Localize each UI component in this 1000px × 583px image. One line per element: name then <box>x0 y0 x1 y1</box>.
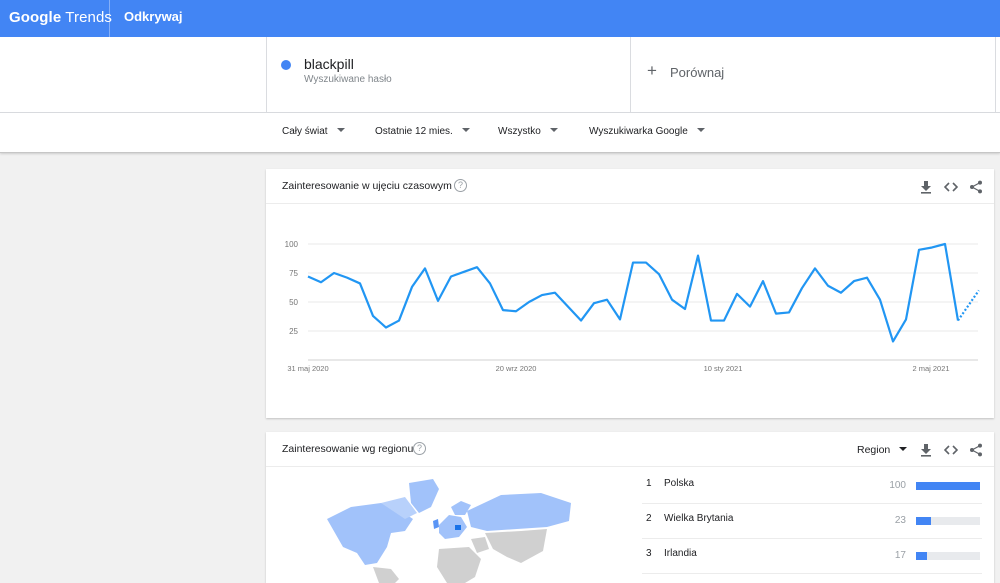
x-tick-label: 20 wrz 2020 <box>496 364 537 373</box>
interest-value: 23 <box>894 515 906 526</box>
logo-trends-text: Trends <box>65 9 112 26</box>
partial-data-line <box>957 289 980 322</box>
map-europe <box>439 515 467 539</box>
caret-down-icon <box>336 128 345 132</box>
compare-label: Porównaj <box>670 65 725 80</box>
interest-value: 17 <box>894 550 906 561</box>
search-term-card[interactable]: blackpill Wyszukiwane hasło <box>266 37 631 113</box>
interest-over-time-card: Zainteresowanie w ujęciu czasowym ? 25 50… <box>266 169 994 418</box>
country-name: Wielka Brytania <box>664 513 734 524</box>
region-ranking-row[interactable]: 1 Polska 100 <box>642 469 982 504</box>
location-dropdown-label: Cały świat <box>282 126 328 137</box>
caret-down-icon <box>549 128 558 132</box>
time-range-dropdown[interactable]: Ostatnie 12 mies. <box>375 126 470 137</box>
logo-google-text: Google <box>9 9 62 26</box>
search-term-row: blackpill Wyszukiwane hasło + Porównaj <box>0 37 1000 113</box>
y-tick-label: 100 <box>285 240 299 249</box>
interest-bar-track <box>916 552 980 560</box>
plus-icon: + <box>647 61 657 80</box>
interest-bar-track <box>916 517 980 525</box>
embed-icon[interactable] <box>944 180 958 194</box>
search-term-subtitle: Wyszukiwane hasło <box>304 74 392 85</box>
card-header: Zainteresowanie wg regionu ? Region <box>266 432 994 467</box>
interest-bar-track <box>916 482 980 490</box>
card-title: Zainteresowanie w ujęciu czasowym <box>282 180 452 192</box>
map-africa <box>437 547 481 583</box>
top-app-bar: Google Trends Odkrywaj <box>0 0 1000 37</box>
nav-explore[interactable]: Odkrywaj <box>124 9 183 24</box>
caret-down-icon <box>899 447 908 451</box>
rank-number: 2 <box>646 513 652 524</box>
country-name: Irlandia <box>664 548 697 559</box>
interest-by-region-card: Zainteresowanie wg regionu ? Region 1 Po… <box>266 432 994 583</box>
rank-number: 3 <box>646 548 652 559</box>
country-name: Polska <box>664 478 695 489</box>
map-uk <box>433 519 439 529</box>
download-icon[interactable] <box>919 443 933 457</box>
card-header: Zainteresowanie w ujęciu czasowym ? <box>266 169 994 204</box>
interest-bar-fill <box>916 517 931 525</box>
card-title: Zainteresowanie wg regionu <box>282 443 414 455</box>
y-tick-label: 75 <box>289 269 298 278</box>
interest-bar-fill <box>916 482 980 490</box>
region-resolution-label: Region <box>857 444 891 456</box>
term-color-dot <box>281 60 291 70</box>
map-poland <box>455 525 461 530</box>
x-tick-label: 10 sty 2021 <box>704 364 743 373</box>
map-middle-east <box>471 537 489 553</box>
map-russia <box>467 493 571 531</box>
y-tick-label: 25 <box>289 327 298 336</box>
rank-number: 1 <box>646 478 652 489</box>
category-dropdown-label: Wszystko <box>498 126 541 137</box>
search-source-dropdown[interactable]: Wyszukiwarka Google <box>589 126 705 137</box>
header-divider <box>109 0 110 37</box>
x-tick-label: 2 maj 2021 <box>912 364 949 373</box>
share-icon[interactable] <box>969 180 983 194</box>
caret-down-icon <box>696 128 705 132</box>
download-icon[interactable] <box>919 180 933 194</box>
map-south-america <box>373 567 399 583</box>
filter-bar: Cały świat Ostatnie 12 mies. Wszystko Wy… <box>0 113 1000 153</box>
location-dropdown[interactable]: Cały świat <box>282 126 345 137</box>
y-tick-label: 50 <box>289 298 298 307</box>
google-trends-logo[interactable]: Google Trends <box>9 9 112 26</box>
region-ranking-row[interactable]: 3 Irlandia 17 <box>642 539 982 574</box>
interest-bar-fill <box>916 552 927 560</box>
compare-button[interactable]: + Porównaj <box>631 37 996 113</box>
search-term-name: blackpill <box>304 56 354 72</box>
help-icon[interactable]: ? <box>454 179 467 192</box>
help-icon[interactable]: ? <box>413 442 426 455</box>
series-line <box>307 242 960 343</box>
embed-icon[interactable] <box>944 443 958 457</box>
interest-line-chart: 25 50 75 100 31 maj 2020 20 wrz 2020 10 sty 20… <box>285 240 980 373</box>
x-tick-label: 31 maj 2020 <box>287 364 328 373</box>
search-source-dropdown-label: Wyszukiwarka Google <box>589 126 688 137</box>
world-map[interactable] <box>321 467 581 583</box>
region-ranking-row[interactable]: 2 Wielka Brytania 23 <box>642 504 982 539</box>
region-resolution-dropdown[interactable]: Region <box>857 444 908 456</box>
map-greenland <box>409 479 439 513</box>
category-dropdown[interactable]: Wszystko <box>498 126 558 137</box>
time-range-dropdown-label: Ostatnie 12 mies. <box>375 126 453 137</box>
caret-down-icon <box>461 128 470 132</box>
interest-value: 100 <box>889 480 906 491</box>
share-icon[interactable] <box>969 443 983 457</box>
map-asia-south <box>485 529 547 563</box>
